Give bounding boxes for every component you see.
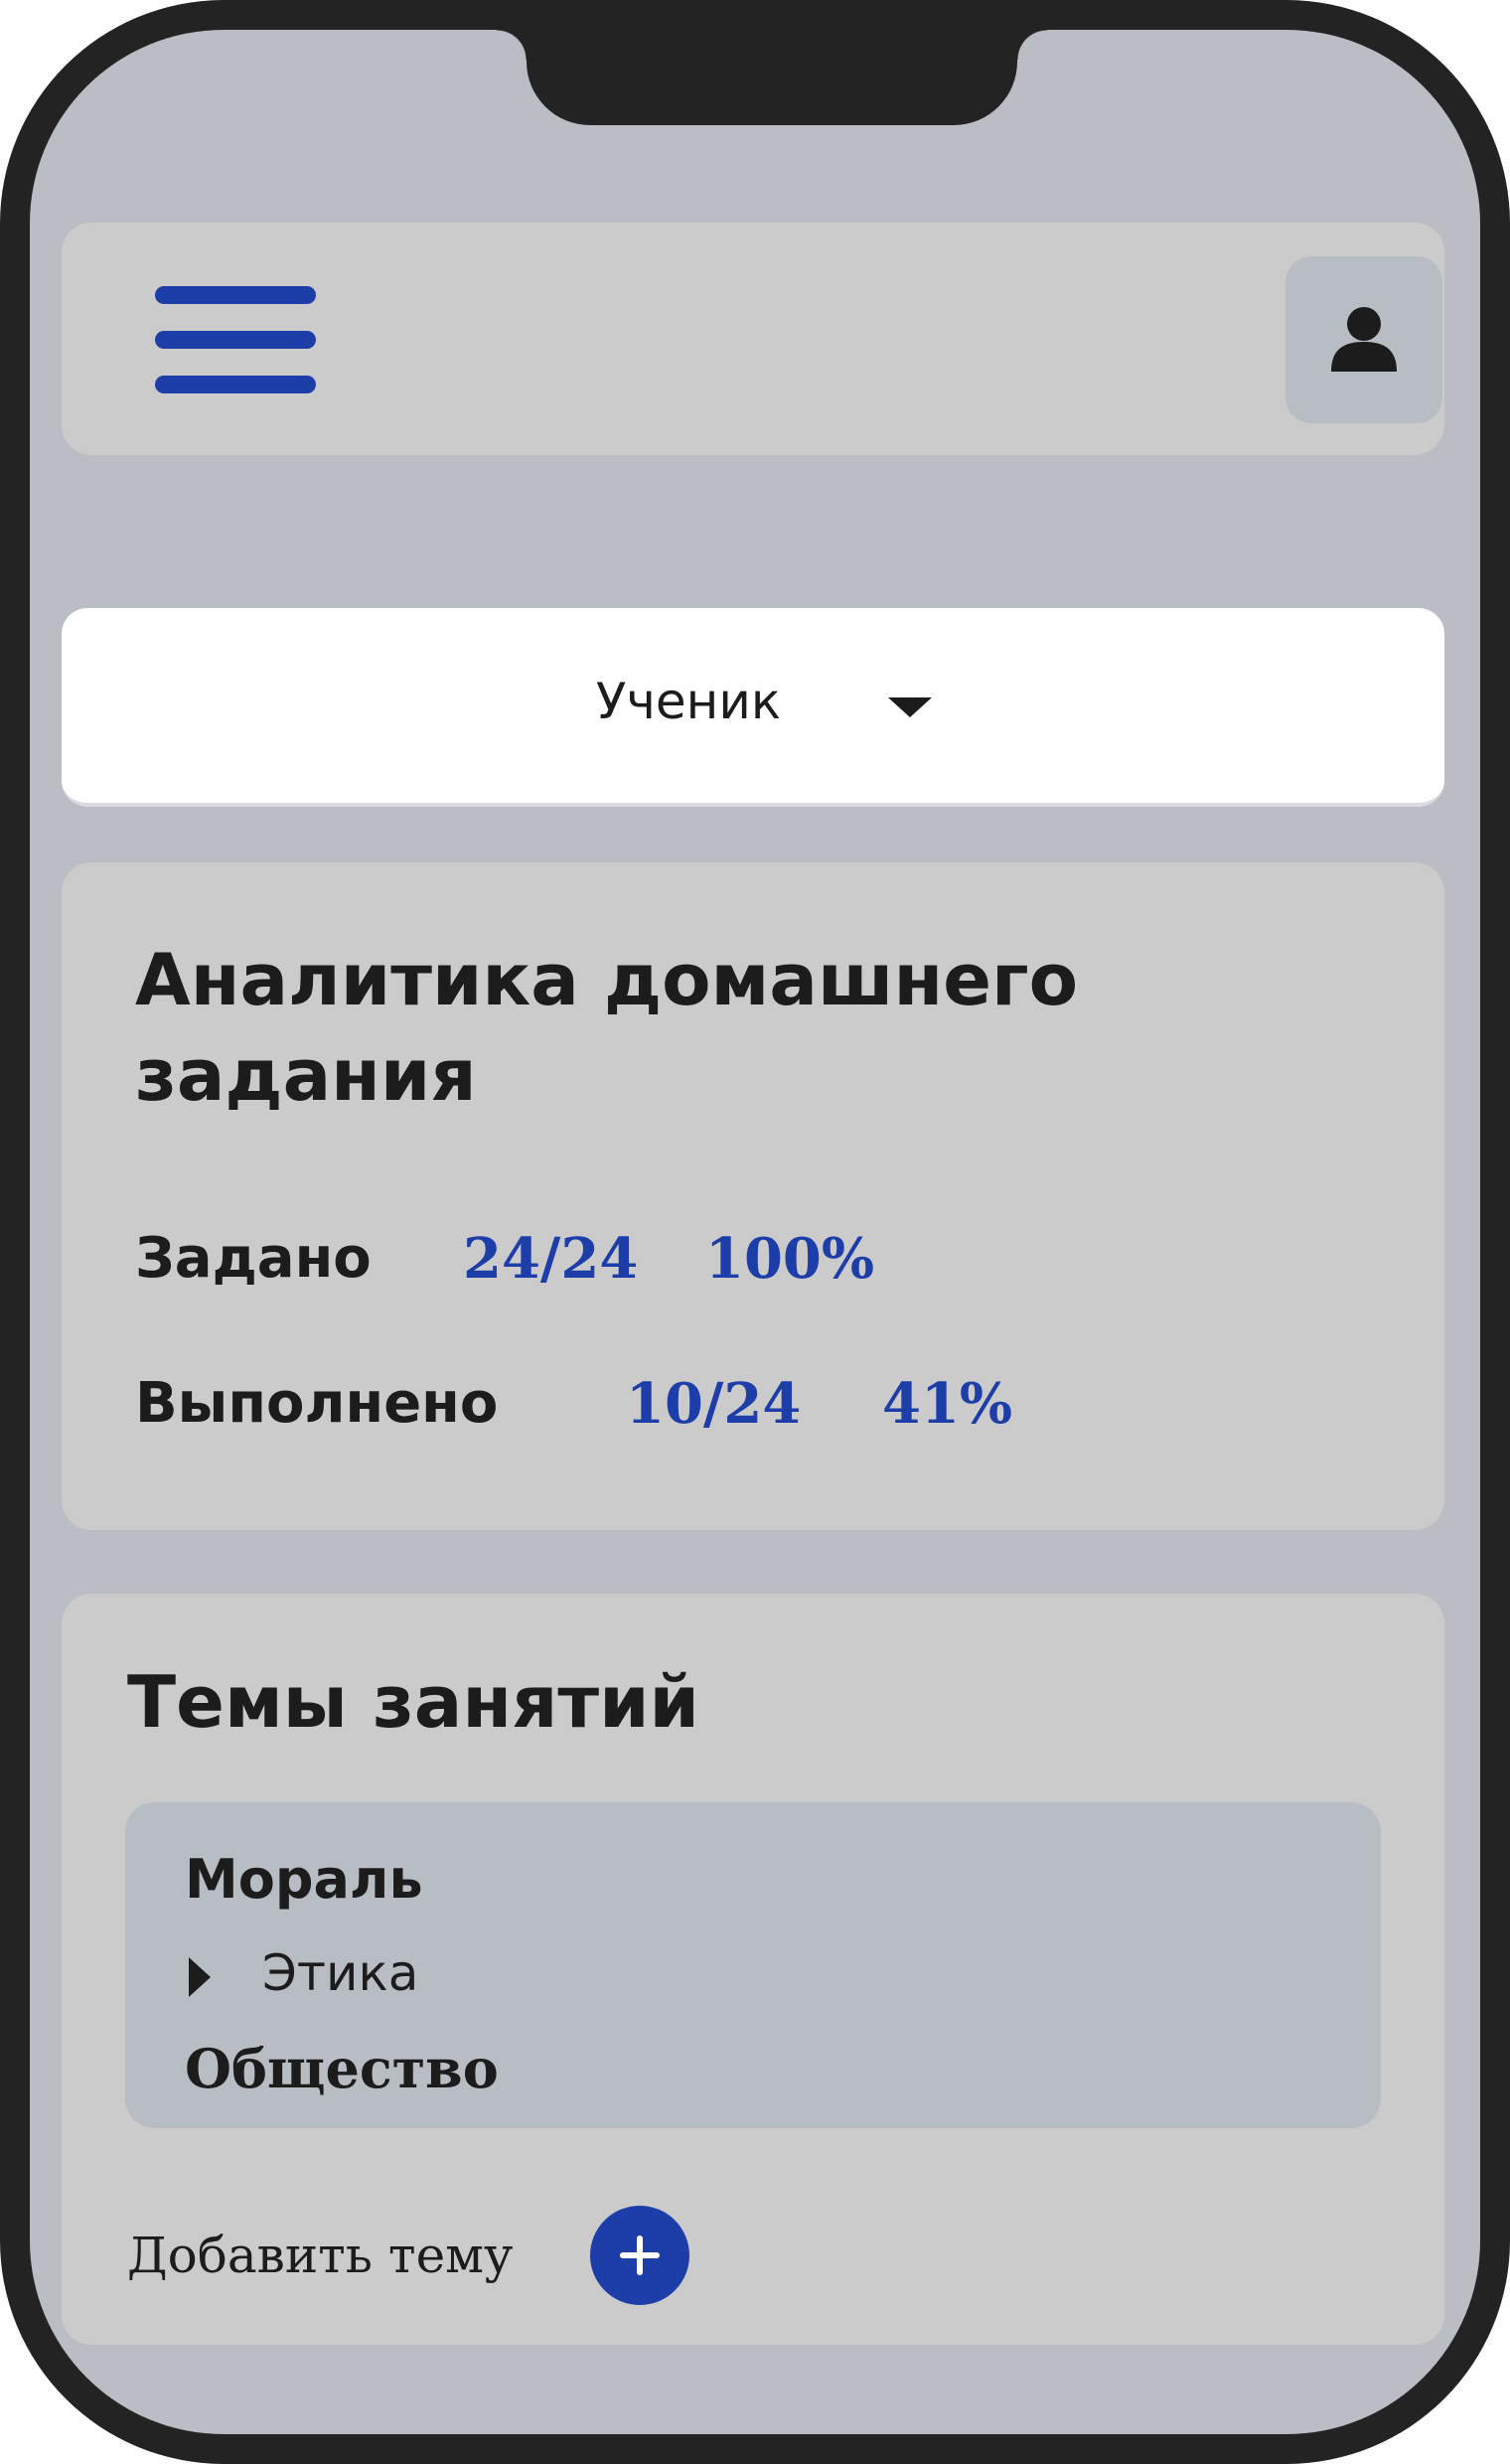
topics-title: Темы занятий xyxy=(127,1660,699,1744)
topic-item-morality[interactable]: Мораль xyxy=(185,1848,423,1912)
stat-assigned: Задано 24/24 100% xyxy=(135,1224,1029,1294)
phone-screen: Ученик Аналитика домашнего задания Задан… xyxy=(30,30,1480,2434)
stat-completed-count: 10/24 xyxy=(626,1371,802,1437)
topic-item-society[interactable]: Общество xyxy=(185,2037,499,2100)
menu-line xyxy=(155,286,316,304)
caret-down-icon xyxy=(888,697,932,717)
add-topic-row: Добавить тему xyxy=(127,2206,723,2305)
add-topic-button[interactable] xyxy=(590,2206,689,2305)
homework-analytics-card: Аналитика домашнего задания Задано 24/24… xyxy=(62,862,1444,1530)
stat-assigned-label: Задано xyxy=(135,1226,372,1291)
user-icon xyxy=(1331,307,1397,372)
hamburger-menu-icon[interactable] xyxy=(155,286,318,393)
menu-line xyxy=(155,376,316,393)
stat-completed-label: Выполнено xyxy=(135,1371,499,1436)
stat-completed-percent: 41% xyxy=(882,1371,1013,1437)
phone-notch xyxy=(497,30,1047,125)
lesson-topics-card: Темы занятий Мораль Этика Общество Добав… xyxy=(62,1594,1444,2345)
analytics-title: Аналитика домашнего задания xyxy=(135,938,1079,1117)
caret-right-icon xyxy=(189,1957,211,1997)
role-dropdown-value: Ученик xyxy=(595,673,782,730)
profile-button[interactable] xyxy=(1285,256,1442,423)
topic-list: Мораль Этика Общество xyxy=(125,1802,1381,2128)
stat-assigned-count: 24/24 xyxy=(463,1226,639,1292)
add-topic-label: Добавить тему xyxy=(127,2227,514,2284)
menu-line xyxy=(155,331,316,349)
phone-frame: Ученик Аналитика домашнего задания Задан… xyxy=(0,0,1510,2464)
subtopic-label: Этика xyxy=(262,1944,419,2002)
app-header xyxy=(62,223,1444,455)
role-dropdown[interactable]: Ученик xyxy=(62,608,1444,807)
stat-assigned-percent: 100% xyxy=(705,1226,875,1292)
stat-completed: Выполнено 10/24 41% xyxy=(135,1369,1129,1439)
